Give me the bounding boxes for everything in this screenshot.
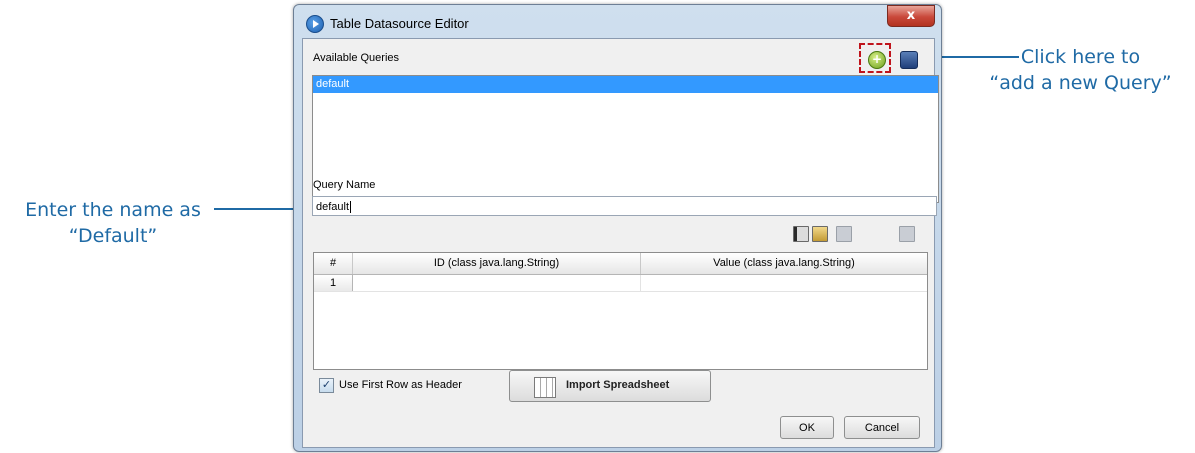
query-name-value: default: [316, 201, 350, 213]
annotation-line: Enter the name as: [25, 199, 201, 221]
close-button[interactable]: x: [887, 5, 935, 27]
table-header: # ID (class java.lang.String) Value (cla…: [314, 253, 927, 275]
add-query-icon[interactable]: +: [868, 51, 886, 69]
column-header-number[interactable]: #: [314, 253, 353, 274]
data-table[interactable]: # ID (class java.lang.String) Value (cla…: [313, 252, 928, 370]
disabled-table-icon-2[interactable]: [899, 226, 915, 242]
table-row[interactable]: 1: [314, 275, 927, 292]
ok-button[interactable]: OK: [780, 416, 834, 439]
available-queries-list[interactable]: default: [312, 75, 939, 203]
query-item-default[interactable]: default: [313, 76, 938, 93]
value-cell[interactable]: [641, 275, 927, 291]
annotation-arrow-left: [214, 208, 304, 210]
remove-query-icon[interactable]: [900, 51, 918, 69]
annotation-add-query: Click here to “add a new Query”: [968, 44, 1193, 96]
text-caret: [350, 201, 352, 214]
annotation-line: “add a new Query”: [989, 72, 1172, 94]
import-spreadsheet-label: Import Spreadsheet: [566, 379, 670, 391]
cancel-button[interactable]: Cancel: [844, 416, 920, 439]
import-spreadsheet-button[interactable]: Import Spreadsheet: [509, 370, 711, 402]
app-icon: [306, 15, 324, 33]
use-first-row-label: Use First Row as Header: [339, 379, 462, 391]
column-header-value[interactable]: Value (class java.lang.String): [641, 253, 927, 274]
annotation-enter-name: Enter the name as “Default”: [8, 197, 218, 249]
available-queries-label: Available Queries: [313, 52, 400, 64]
disabled-table-icon[interactable]: [836, 226, 852, 242]
insert-row-icon[interactable]: [793, 226, 809, 242]
row-number: 1: [314, 275, 353, 291]
spreadsheet-icon: [534, 377, 556, 398]
use-first-row-checkbox[interactable]: ✓: [319, 378, 334, 393]
query-name-input[interactable]: default: [312, 196, 937, 216]
title-bar: Table Datasource Editor x: [294, 5, 941, 37]
query-name-label: Query Name: [313, 179, 376, 191]
id-cell[interactable]: [353, 275, 641, 291]
edit-icon[interactable]: [812, 226, 828, 242]
annotation-line: “Default”: [68, 225, 158, 247]
column-header-id[interactable]: ID (class java.lang.String): [353, 253, 641, 274]
window-title: Table Datasource Editor: [330, 16, 469, 31]
